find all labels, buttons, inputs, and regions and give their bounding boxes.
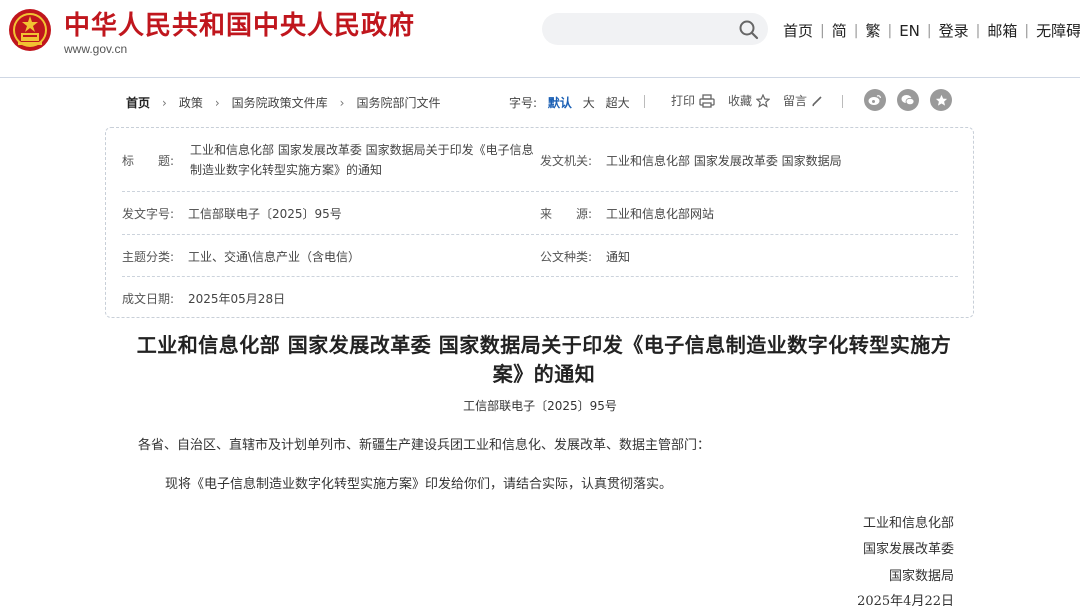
print-button[interactable]: 打印 [671,92,715,109]
docno-value: 工信部联电子〔2025〕95号 [188,207,342,221]
nav-accessibility[interactable]: 无障碍 [1029,20,1080,41]
font-size-default[interactable]: 默认 [548,96,572,110]
info-cell-date: 成文日期: 2025年05月28日 [122,290,285,307]
info-cell-type: 公文种类: 通知 [540,248,630,265]
site-domain: www.gov.cn [64,42,128,56]
article-tools: 打印 收藏 留言 [671,92,836,109]
pencil-icon [812,95,822,106]
article-title: 工业和信息化部 国家发展改革委 国家数据局关于印发《电子信息制造业数字化转型实施… [136,333,952,386]
nav-login[interactable]: 登录 [932,20,976,41]
type-value: 通知 [606,250,631,264]
favorite-label: 收藏 [728,94,753,108]
chevron-right-icon: › [162,95,167,110]
article-body-paragraph: 现将《电子信息制造业数字化转型实施方案》印发给你们，请结合实际，认真贯彻落实。 [165,477,673,492]
source-label: 来 源: [540,207,593,221]
divider [842,95,843,108]
article-salutation: 各省、自治区、直辖市及计划单列市、新疆生产建设兵团工业和信息化、发展改革、数据主… [138,438,711,453]
breadcrumb-policy[interactable]: 政策 [179,94,203,111]
nav-english[interactable]: EN [892,22,927,40]
font-size-selector: 字号: 默认 大 超大 [509,94,630,111]
date-value: 2025年05月28日 [188,292,286,306]
info-cell-source: 来 源: 工业和信息化部网站 [540,205,714,222]
font-size-label: 字号: [509,96,538,110]
issuer-label: 发文机关: [540,154,593,168]
comment-button[interactable]: 留言 [783,92,823,109]
star-icon [756,93,771,108]
article-doc-number: 工信部联电子〔2025〕95号 [463,399,617,413]
divider [644,95,645,108]
type-label: 公文种类: [540,250,593,264]
favorite-button[interactable]: 收藏 [728,92,771,109]
nav-mailbox[interactable]: 邮箱 [980,20,1024,41]
nav-traditional[interactable]: 繁 [858,20,887,41]
breadcrumb-policy-library[interactable]: 国务院政策文件库 [232,94,328,111]
signature-date: 2025年4月22日 [857,594,954,607]
info-cell-title: 标 题: [122,152,188,169]
info-row-date: 成文日期: 2025年05月28日 [122,277,958,317]
title-label: 标 题: [122,154,175,168]
font-size-xlarge[interactable]: 超大 [606,96,630,110]
wechat-share-button[interactable] [897,89,919,111]
document-info-box: 标 题: 工业和信息化部 国家发展改革委 国家数据局关于印发《电子信息制造业数字… [105,127,974,318]
topic-value: 工业、交通\信息产业（含电信） [188,250,361,264]
wechat-icon [901,95,915,106]
chevron-right-icon: › [214,95,220,110]
nav-simplified[interactable]: 简 [825,20,854,41]
info-row-topic: 主题分类: 工业、交通\信息产业（含电信） 公文种类: 通知 [122,235,958,277]
print-label: 打印 [671,94,696,108]
share-buttons [864,89,963,111]
weibo-icon [868,95,882,105]
search-input[interactable] [556,19,726,39]
breadcrumb: 首页 › 政策 › 国务院政策文件库 › 国务院部门文件 [126,94,441,111]
breadcrumb-home[interactable]: 首页 [126,94,150,111]
star-share-icon [935,94,947,106]
printer-icon [699,93,715,108]
site-header: 中华人民共和国中央人民政府 www.gov.cn 首页 | 简 | 繁 | EN | 登… [0,0,1080,78]
comment-label: 留言 [783,94,808,108]
breadcrumb-department-docs[interactable]: 国务院部门文件 [356,94,440,111]
title-value: 工业和信息化部 国家发展改革委 国家数据局关于印发《电子信息制造业数字化转型实施… [190,143,534,177]
signature-ndrc: 国家发展改革委 [862,542,954,557]
issuer-value: 工业和信息化部 国家发展改革委 国家数据局 [606,154,842,168]
topic-label: 主题分类: [122,250,175,264]
breadcrumb-toolbar-row: 首页 › 政策 › 国务院政策文件库 › 国务院部门文件 字号: 默认 大 超大… [126,89,956,112]
font-size-large[interactable]: 大 [583,96,595,110]
search-icon[interactable] [738,19,760,41]
top-nav: 首页 | 简 | 繁 | EN | 登录 | 邮箱 | 无障碍 [776,20,1080,41]
date-label: 成文日期: [122,292,175,306]
info-cell-docno: 发文字号: 工信部联电子〔2025〕95号 [122,205,342,222]
signature-miit: 工业和信息化部 [862,516,954,531]
nav-home[interactable]: 首页 [776,20,820,41]
star-share-button[interactable] [930,89,952,111]
docno-label: 发文字号: [122,207,175,221]
national-emblem-icon[interactable] [8,8,52,52]
info-row-docno: 发文字号: 工信部联电子〔2025〕95号 来 源: 工业和信息化部网站 [122,192,958,235]
info-cell-title-value: 工业和信息化部 国家发展改革委 国家数据局关于印发《电子信息制造业数字化转型实施… [190,140,540,180]
info-cell-issuer: 发文机关: 工业和信息化部 国家发展改革委 国家数据局 [540,152,842,169]
chevron-right-icon: › [339,95,345,110]
signature-nda: 国家数据局 [888,569,954,584]
search-box [542,13,768,45]
weibo-share-button[interactable] [864,89,886,111]
info-cell-topic: 主题分类: 工业、交通\信息产业（含电信） [122,248,360,265]
source-value: 工业和信息化部网站 [606,207,715,221]
info-row-title: 标 题: 工业和信息化部 国家发展改革委 国家数据局关于印发《电子信息制造业数字… [122,140,958,192]
site-title[interactable]: 中华人民共和国中央人民政府 [64,5,415,42]
